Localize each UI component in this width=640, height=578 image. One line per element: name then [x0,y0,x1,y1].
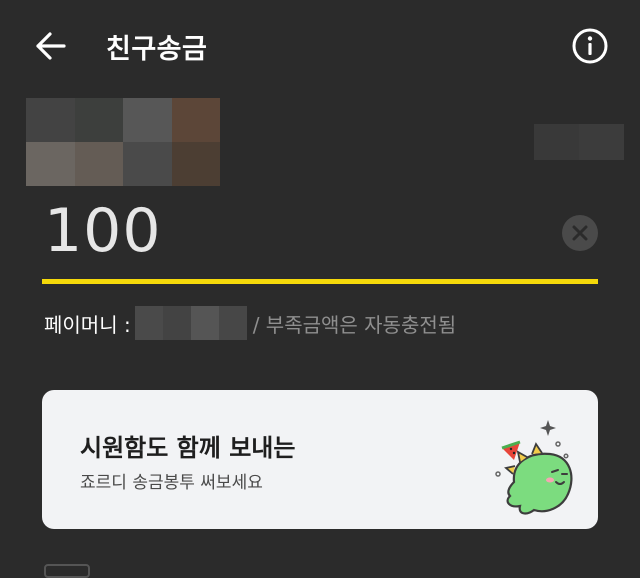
balance-amount-blurred [134,306,247,340]
promo-title: 시원함도 함께 보내는 [80,434,296,462]
promo-envelope-banner[interactable]: 시원함도 함께 보내는 죠르디 송금봉투 써보세요 [42,390,598,529]
info-button[interactable] [570,26,610,66]
balance-row: 페이머니 : / 부족금액은 자동충전됨 [44,306,456,340]
arrow-left-icon [36,32,66,60]
clear-icon [572,225,588,241]
recipient-avatar-blurred [26,98,220,186]
jordy-character-icon [495,420,573,515]
amount-underline [42,279,598,284]
clear-amount-button[interactable] [562,215,598,251]
amount-input[interactable]: 100 [44,196,162,266]
agree-checkbox[interactable] [44,564,90,578]
balance-label: 페이머니 : [44,312,131,337]
auto-charge-note: / 부족금액은 자동충전됨 [252,312,457,337]
promo-subtitle: 죠르디 송금봉투 써보세요 [80,473,263,493]
back-button[interactable] [30,26,70,66]
app-header: 친구송금 [0,0,640,90]
info-icon [572,28,608,64]
page-title: 친구송금 [106,34,208,65]
recipient-detail-blurred [534,124,624,160]
